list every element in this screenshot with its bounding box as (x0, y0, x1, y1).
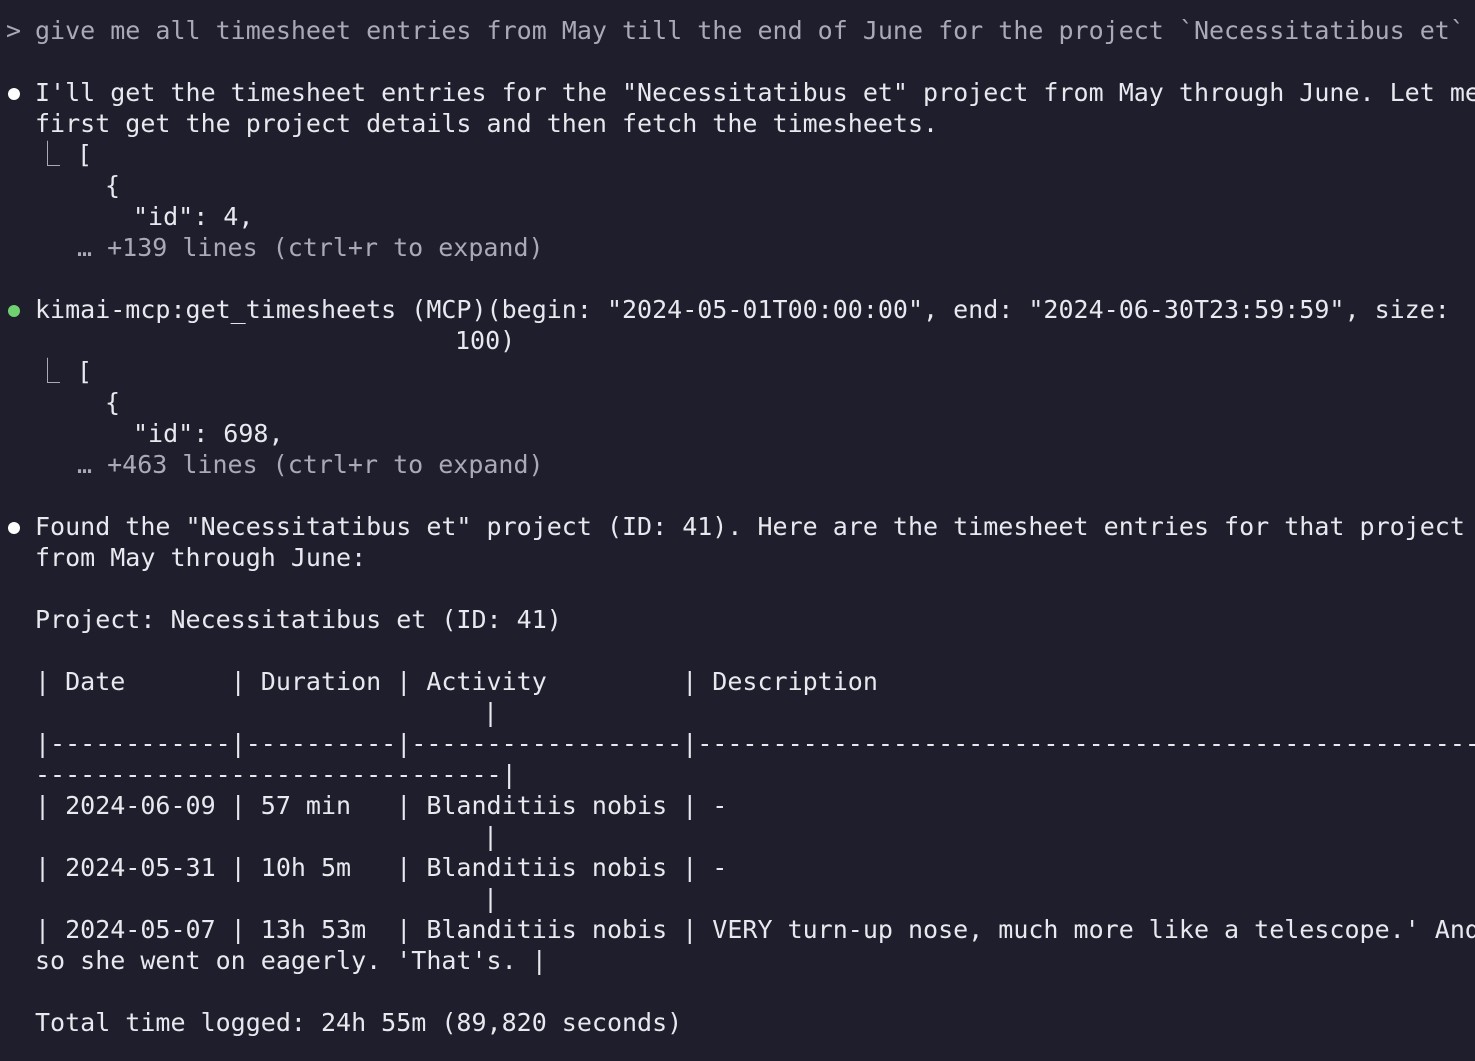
tool-call-line: kimai-mcp:get_timesheets (MCP)(begin: "2… (35, 295, 1450, 324)
table-row-wrap: | (483, 884, 499, 913)
table-separator-wrap: -------------------------------| (35, 760, 517, 789)
assistant-message-line: from May through June: (35, 543, 367, 572)
message-bullet-icon (8, 522, 20, 534)
terminal-window: > give me all timesheet entries from May… (0, 0, 1475, 1061)
prompt-chevron-icon: > (6, 16, 22, 45)
result-json-line: [ (77, 357, 93, 386)
result-json-line: "id": 698, (133, 419, 284, 448)
expand-hint[interactable]: … +139 lines (ctrl+r to expand) (77, 232, 544, 263)
tool-call-bullet-icon (8, 305, 20, 317)
table-row-wrap: so she went on eagerly. 'That's. | (35, 946, 547, 975)
result-connector-icon: ⎿ (35, 357, 61, 386)
table-row: | 2024-05-07 | 13h 53m | Blanditiis nobi… (35, 915, 1475, 944)
table-separator: |------------|----------|---------------… (35, 729, 1475, 758)
total-time: Total time logged: 24h 55m (89,820 secon… (35, 1008, 683, 1037)
project-line: Project: Necessitatibus et (ID: 41) (35, 605, 562, 634)
assistant-message-line: Found the "Necessitatibus et" project (I… (35, 512, 1465, 541)
table-row-wrap: | (483, 822, 499, 851)
assistant-message-line: I'll get the timesheet entries for the "… (35, 78, 1475, 107)
result-json-line: { (105, 388, 121, 417)
table-header-wrap: | (483, 698, 499, 727)
message-bullet-icon (8, 88, 20, 100)
result-connector-icon: ⎿ (35, 140, 61, 169)
assistant-message-line: first get the project details and then f… (35, 109, 939, 138)
tool-call-line: 100) (455, 326, 516, 355)
expand-hint[interactable]: … +463 lines (ctrl+r to expand) (77, 449, 544, 480)
table-row: | 2024-05-31 | 10h 5m | Blanditiis nobis… (35, 853, 728, 882)
result-json-line: "id": 4, (133, 202, 254, 231)
result-json-line: [ (77, 140, 93, 169)
user-prompt-text: give me all timesheet entries from May t… (35, 16, 1465, 45)
table-row: | 2024-06-09 | 57 min | Blanditiis nobis… (35, 791, 728, 820)
table-header: | Date | Duration | Activity | Descripti… (35, 667, 878, 696)
result-json-line: { (105, 171, 121, 200)
